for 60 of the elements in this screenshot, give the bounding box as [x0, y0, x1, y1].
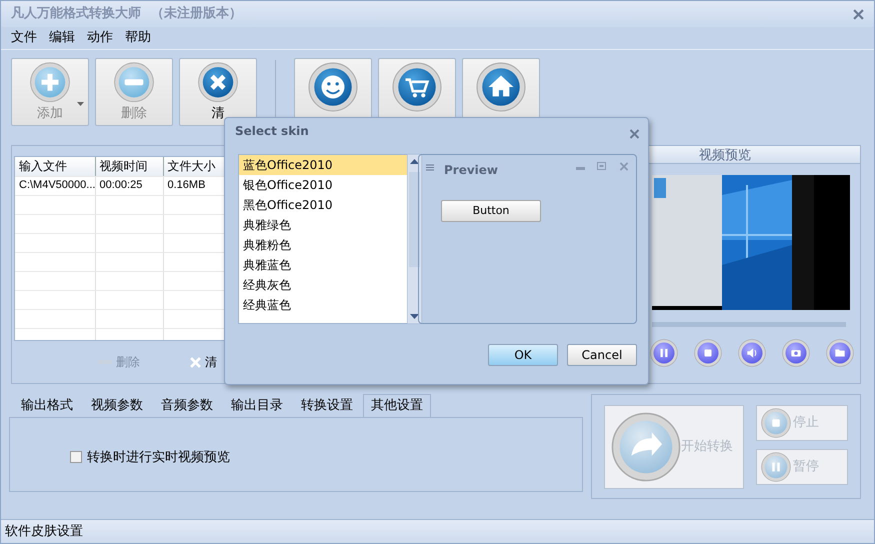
skin-list-item[interactable]: 经典蓝色 [239, 295, 407, 315]
skin-list-item[interactable]: 经典灰色 [239, 275, 407, 295]
close-icon [619, 162, 629, 171]
dialog-button[interactable]: Cancel [567, 344, 637, 366]
checkbox-label: 转换时进行实时视频预览 [87, 448, 230, 466]
preview-button[interactable]: Button [441, 200, 541, 222]
window-title: 凡人万能格式转换大师 [11, 5, 141, 24]
speaker-icon [738, 339, 766, 367]
tab[interactable]: 音频参数 [153, 394, 221, 416]
folder-icon [826, 339, 854, 367]
skin-list-item[interactable]: 蓝色Office2010 [239, 155, 407, 175]
tab[interactable]: 其他设置 [363, 394, 431, 416]
caret-icon [77, 102, 84, 106]
tab[interactable]: 视频参数 [83, 394, 151, 416]
media-button[interactable] [694, 339, 722, 367]
registration-status: （未注册版本） [151, 4, 242, 24]
skin-list-item[interactable]: 典雅粉色 [239, 235, 407, 255]
camera-icon [782, 339, 810, 367]
tab[interactable]: 输出目录 [223, 394, 291, 416]
stop-icon [694, 339, 722, 367]
media-button[interactable] [782, 339, 810, 367]
table-cell: 00:00:25 [95, 176, 163, 195]
table-cell: C:\M4V50000... [15, 176, 95, 195]
column-header[interactable]: 文件大小 [163, 157, 225, 176]
menu-item[interactable]: 文件 [11, 28, 37, 48]
tab[interactable]: 转换设置 [293, 394, 361, 416]
menu-item[interactable]: 帮助 [125, 28, 151, 48]
smiley-icon [308, 62, 358, 112]
preview-title: Preview [444, 162, 498, 179]
checkbox[interactable] [70, 451, 82, 464]
close-icon [190, 356, 201, 368]
pause-icon [761, 452, 791, 482]
dialog-button[interactable]: OK [488, 344, 558, 366]
media-button[interactable] [826, 339, 854, 367]
skin-list-item[interactable]: 典雅蓝色 [239, 255, 407, 275]
toolbar-button[interactable]: 清 [179, 58, 257, 126]
maximize-icon [597, 162, 606, 170]
media-button[interactable] [738, 339, 766, 367]
cart-icon [392, 62, 442, 112]
close-icon[interactable] [629, 128, 640, 139]
menu-item[interactable]: 编辑 [49, 28, 75, 48]
tab[interactable]: 输出格式 [13, 394, 81, 416]
skin-list-item[interactable]: 典雅绿色 [239, 215, 407, 235]
media-button[interactable] [650, 339, 678, 367]
stop-icon [761, 408, 791, 438]
dialog-title: Select skin [235, 123, 309, 140]
close-icon[interactable] [853, 9, 864, 20]
minimize-icon [576, 167, 585, 171]
status-bar: 软件皮肤设置 [1, 519, 874, 543]
menu-item[interactable]: 动作 [87, 28, 113, 48]
scrollbar[interactable] [407, 154, 422, 324]
home-icon [476, 62, 526, 112]
column-header[interactable]: 视频时间 [95, 157, 163, 176]
pause-icon [650, 339, 678, 367]
progress-track[interactable] [652, 322, 846, 327]
skin-list-item[interactable]: 银色Office2010 [239, 175, 407, 195]
column-header[interactable]: 输入文件 [15, 157, 95, 176]
skin-list-item[interactable]: 黑色Office2010 [239, 195, 407, 215]
menu-icon [426, 164, 434, 171]
list-action-button[interactable]: 清 [190, 353, 217, 371]
